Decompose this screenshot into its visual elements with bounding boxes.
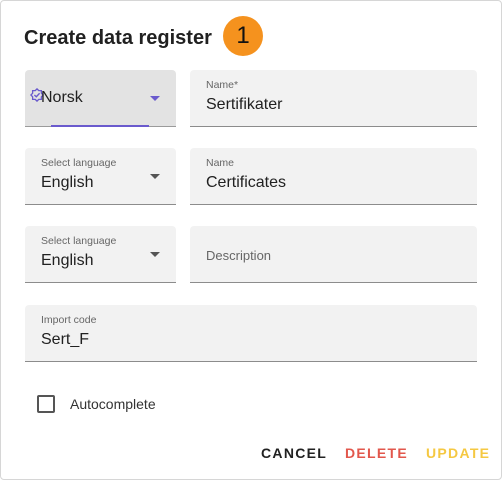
name-label: Name* — [206, 79, 239, 91]
name-label: Name — [206, 157, 235, 169]
autocomplete-label: Autocomplete — [70, 396, 156, 412]
language-select-description[interactable]: Select language English — [25, 226, 176, 283]
description-field[interactable]: Description — [190, 226, 477, 283]
select-language-label: Select language — [41, 235, 117, 247]
language-value: Norsk — [41, 89, 83, 106]
dialog-title: Create data register — [24, 27, 212, 49]
autocomplete-checkbox[interactable] — [37, 395, 55, 413]
description-placeholder: Description — [206, 248, 272, 263]
name-field-english[interactable]: Name Certificates — [190, 148, 477, 205]
language-select-norsk[interactable]: Norsk — [25, 70, 176, 127]
dropdown-arrow-icon — [150, 96, 160, 101]
dropdown-arrow-icon — [150, 252, 160, 257]
language-value: English — [41, 174, 94, 191]
import-code-field[interactable]: Import code Sert_F — [25, 305, 477, 362]
update-button[interactable]: UPDATE — [426, 445, 490, 461]
cancel-button[interactable]: CANCEL — [261, 445, 327, 461]
select-language-label: Select language — [41, 157, 117, 169]
step-badge: 1 — [223, 16, 263, 56]
focus-underline — [51, 125, 149, 127]
import-code-value: Sert_F — [41, 331, 90, 348]
language-value: English — [41, 252, 94, 269]
create-data-register-dialog: Create data register 1 Norsk Name* Serti… — [0, 0, 502, 480]
dropdown-arrow-icon — [150, 174, 160, 179]
name-value: Certificates — [206, 174, 287, 191]
import-code-label: Import code — [41, 314, 97, 326]
delete-button[interactable]: DELETE — [345, 445, 408, 461]
name-value: Sertifikater — [206, 96, 283, 113]
language-select-english[interactable]: Select language English — [25, 148, 176, 205]
name-field-norsk[interactable]: Name* Sertifikater — [190, 70, 477, 127]
